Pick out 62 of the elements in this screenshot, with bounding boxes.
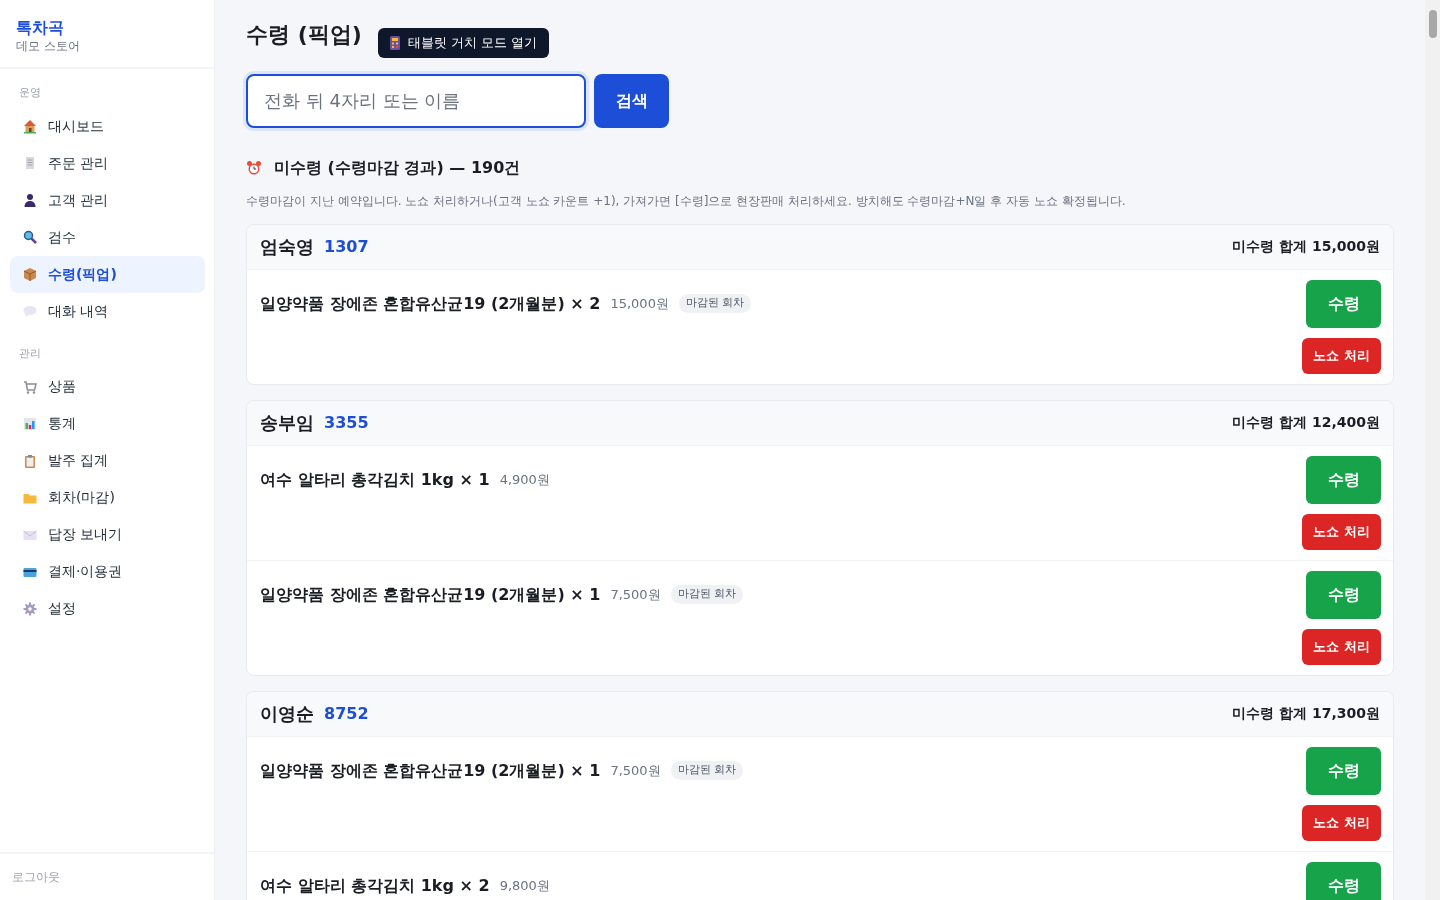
product-name: 여수 알타리 총각김치 1kg × 2 — [260, 874, 490, 897]
customer-code: 1307 — [324, 235, 369, 258]
section-heading: 미수령 (수령마감 경과) — 190건 — [274, 156, 521, 179]
sidebar-item[interactable]: 답장 보내기 — [10, 516, 205, 554]
unpaid-total: 미수령 합계 17,300원 — [1232, 704, 1380, 723]
sidebar-item[interactable]: 주문 관리 — [10, 144, 205, 182]
sidebar-item[interactable]: 설정 — [10, 590, 205, 628]
tablet-mode-button[interactable]: 태블릿 거치 모드 열기 — [377, 28, 550, 58]
sidebar-item[interactable]: 통계 — [10, 405, 205, 443]
sidebar-item[interactable]: 대시보드 — [10, 107, 205, 145]
no-show-button[interactable]: 노쇼 처리 — [1302, 804, 1381, 841]
item-price: 4,900원 — [499, 470, 550, 489]
section-title: 운영 — [18, 85, 42, 102]
gear-icon — [22, 600, 38, 617]
unpaid-total: 미수령 합계 15,000원 — [1232, 237, 1380, 256]
status-tag: 마감된 회차 — [678, 294, 752, 313]
description-text: 수령마감이 지난 예약입니다. 노쇼 처리하거나(고객 노쇼 카운트 +1), 가져가면 [수령]으로 현장판매 처리하세요. 방치해도 수령마감+N일 후 자동 노쇼 확정됩니다. — [246, 192, 1127, 210]
item-price: 9,800원 — [499, 876, 550, 895]
customer-name: 이영순 — [260, 702, 314, 726]
product-name: 여수 알타리 총각김치 1kg × 1 — [260, 468, 490, 491]
house-icon — [22, 118, 38, 135]
sidebar-item[interactable]: 수령(픽업) — [10, 255, 205, 293]
bar-chart-icon — [22, 415, 38, 432]
product-name: 일양약품 장에존 혼합유산균19 (2개월분) × 1 — [260, 759, 601, 782]
no-show-button[interactable]: 노쇼 처리 — [1302, 628, 1381, 665]
customer-code: 8752 — [324, 702, 369, 725]
page-title: 수령 (픽업) — [246, 22, 362, 49]
cart-icon — [22, 378, 38, 395]
customer-name: 엄숙영 — [260, 235, 314, 259]
item-price: 7,500원 — [610, 761, 661, 780]
sidebar-item[interactable]: 상품 — [10, 368, 205, 406]
sidebar-item[interactable]: 검수 — [10, 218, 205, 256]
search-button[interactable]: 검색 — [594, 73, 669, 128]
store-name: 데모 스토어 — [16, 38, 81, 56]
item-price: 15,000원 — [610, 294, 669, 313]
item-price: 7,500원 — [610, 585, 661, 604]
person-icon — [22, 192, 38, 209]
box-icon — [22, 266, 38, 283]
search-icon — [22, 229, 38, 246]
section-title: 관리 — [18, 345, 42, 362]
search-field[interactable]: 전화 뒤 4자리 또는 이름 — [246, 73, 586, 128]
calculator-icon — [389, 35, 400, 50]
brand-name[interactable]: 톡차곡 — [16, 18, 198, 38]
sidebar-item[interactable]: 발주 집계 — [10, 442, 205, 480]
product-name: 일양약품 장에존 혼합유산균19 (2개월분) × 1 — [260, 583, 601, 606]
unpaid-total: 미수령 합계 12,400원 — [1232, 413, 1380, 432]
customer-code: 3355 — [324, 411, 369, 434]
alarm-clock-icon — [246, 159, 262, 176]
speech-bubble-icon — [22, 303, 38, 320]
sidebar-item[interactable]: 회차(마감) — [10, 479, 205, 517]
no-show-button[interactable]: 노쇼 처리 — [1302, 513, 1381, 550]
sidebar-item[interactable]: 고객 관리 — [10, 181, 205, 219]
scrollbar[interactable] — [1425, 0, 1440, 900]
status-tag: 마감된 회차 — [670, 585, 744, 604]
customer-name: 송부임 — [260, 411, 314, 435]
product-name: 일양약품 장에존 혼합유산균19 (2개월분) × 2 — [260, 292, 601, 315]
status-tag: 마감된 회차 — [670, 761, 744, 780]
no-show-button[interactable]: 노쇼 처리 — [1302, 337, 1381, 374]
scrollbar-thumb[interactable] — [1428, 10, 1437, 38]
sidebar-item[interactable]: 대화 내역 — [10, 292, 205, 330]
clipboard-icon — [22, 452, 38, 469]
sidebar-item[interactable]: 결제·이용권 — [10, 553, 205, 591]
